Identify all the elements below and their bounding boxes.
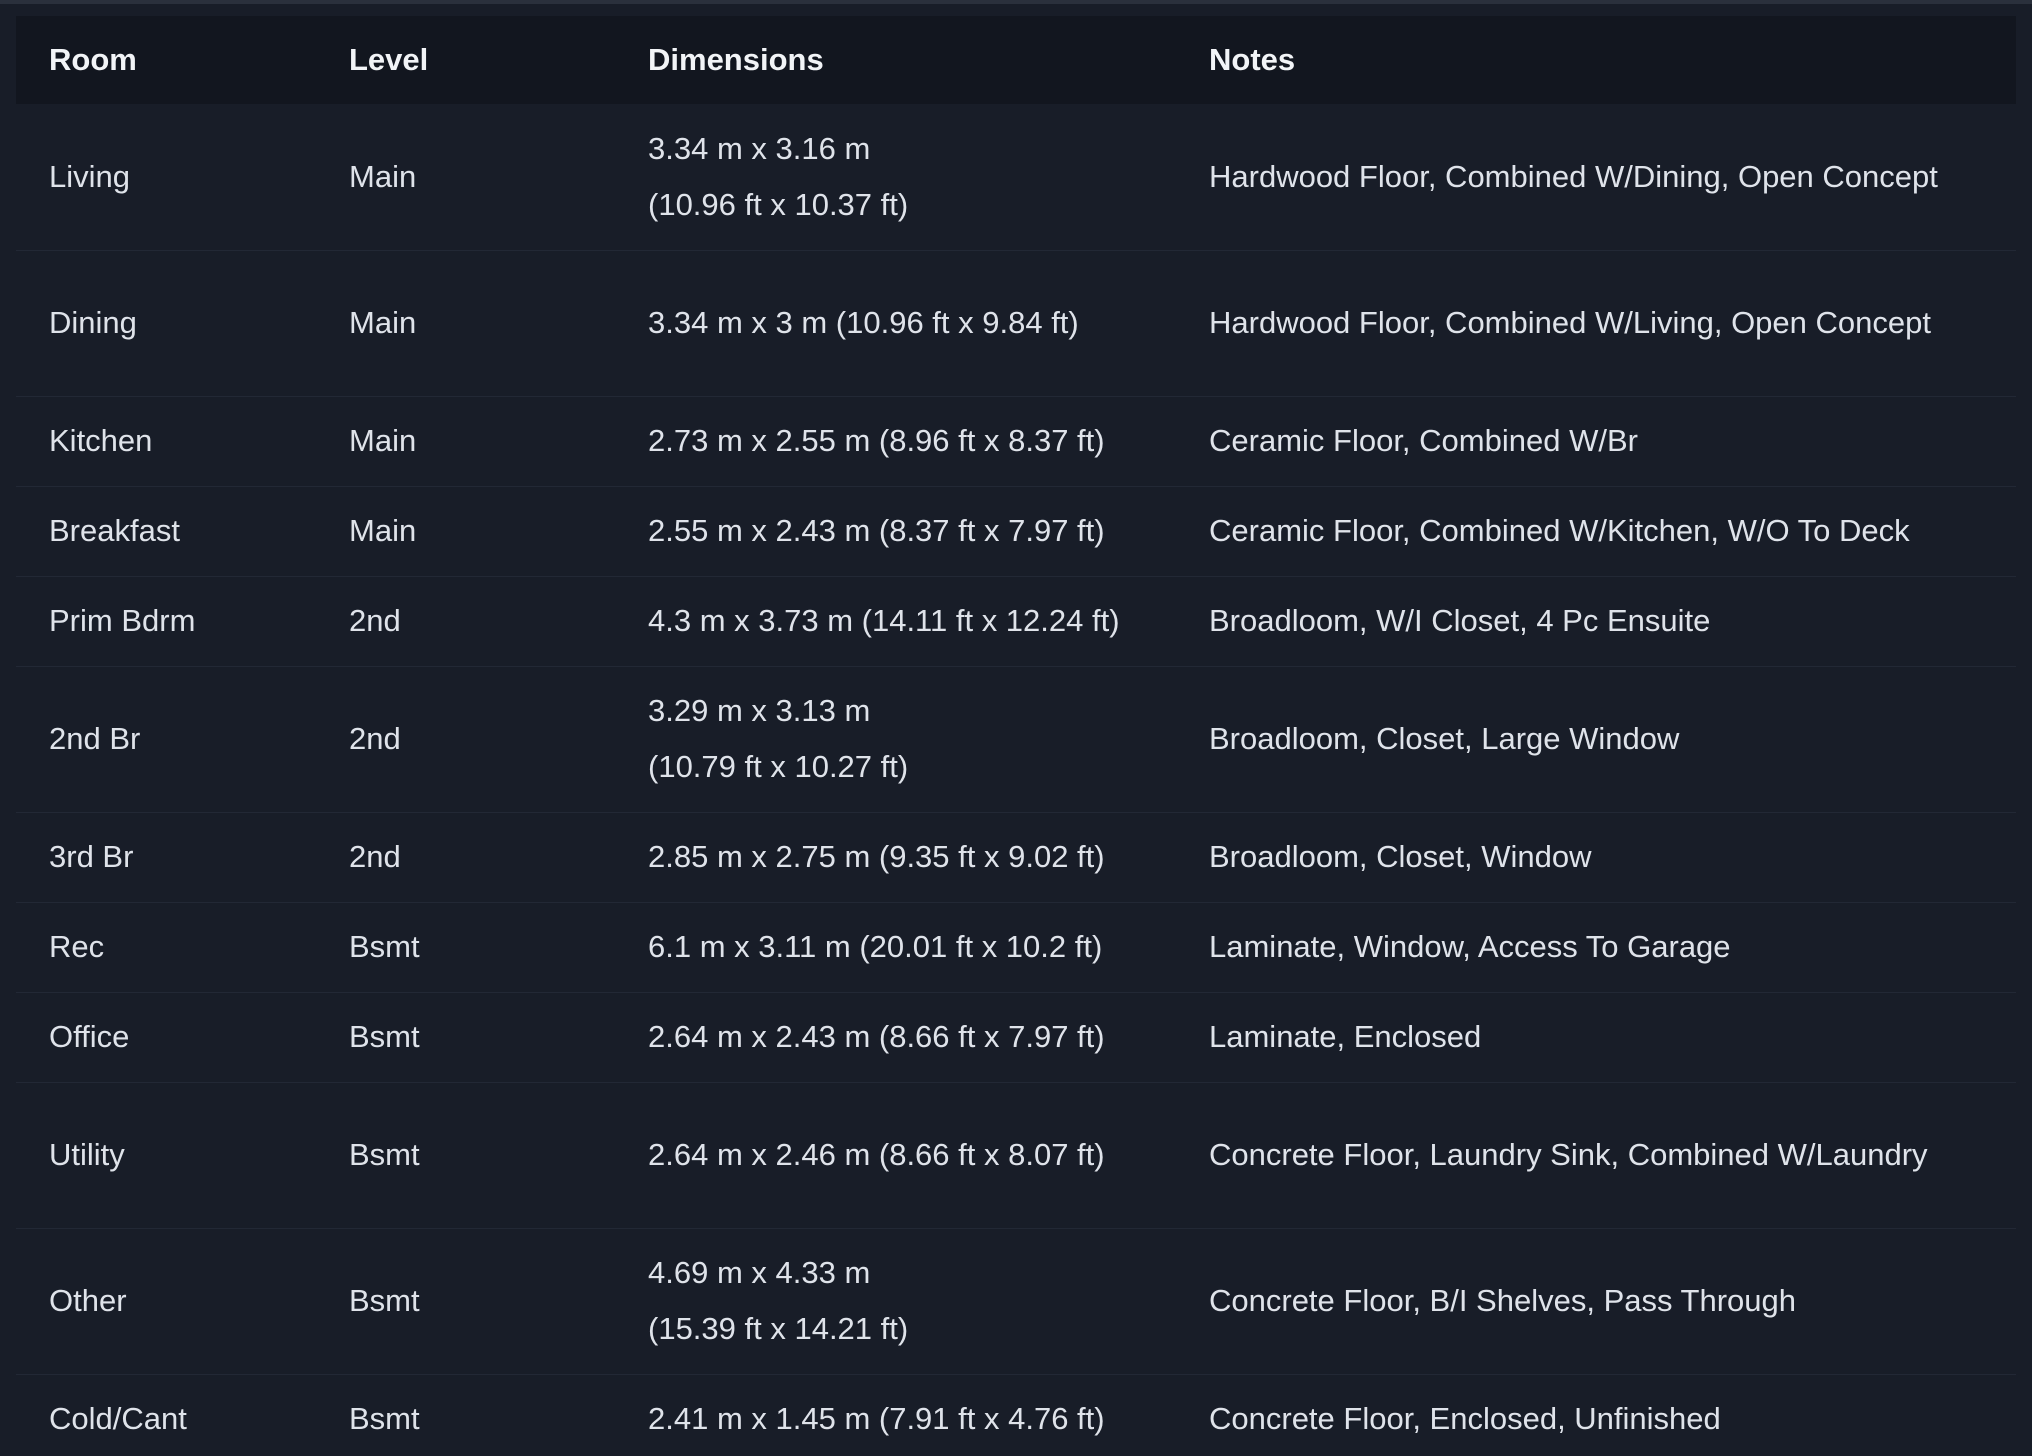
table-body: Living Main 3.34 m x 3.16 m (10.96 ft x 1…: [16, 104, 2016, 1456]
table-row: Rec Bsmt 6.1 m x 3.11 m (20.01 ft x 10.2…: [16, 902, 2016, 993]
top-divider: [0, 0, 2032, 4]
table-row: Utility Bsmt 2.64 m x 2.46 m (8.66 ft x …: [16, 1082, 2016, 1229]
room-cell: Living: [16, 104, 316, 251]
dimensions-cell: 2.64 m x 2.43 m (8.66 ft x 7.97 ft): [615, 992, 1176, 1083]
level-cell: Bsmt: [316, 1374, 615, 1456]
dimensions-cell: 4.69 m x 4.33 m (15.39 ft x 14.21 ft): [615, 1228, 1176, 1375]
notes-cell: Laminate, Window, Access To Garage: [1176, 902, 2016, 993]
room-cell: Kitchen: [16, 396, 316, 487]
level-cell: 2nd: [316, 576, 615, 667]
dimensions-imperial: (10.79 ft x 10.27 ft): [648, 749, 909, 784]
table-row: 2nd Br 2nd 3.29 m x 3.13 m (10.79 ft x 10…: [16, 666, 2016, 813]
dimensions-imperial: (15.39 ft x 14.21 ft): [648, 1311, 909, 1346]
room-cell: Cold/Cant: [16, 1374, 316, 1456]
dimensions-cell: 2.73 m x 2.55 m (8.96 ft x 8.37 ft): [615, 396, 1176, 487]
level-cell: Main: [316, 486, 615, 577]
level-cell: 2nd: [316, 666, 615, 813]
table-row: Office Bsmt 2.64 m x 2.43 m (8.66 ft x 7…: [16, 992, 2016, 1083]
header-row: Room Level Dimensions Notes: [16, 16, 2016, 104]
dimensions-cell: 6.1 m x 3.11 m (20.01 ft x 10.2 ft): [615, 902, 1176, 993]
column-header-level: Level: [316, 16, 615, 104]
column-header-dimensions: Dimensions: [615, 16, 1176, 104]
table-row: Other Bsmt 4.69 m x 4.33 m (15.39 ft x 14…: [16, 1228, 2016, 1375]
notes-cell: Concrete Floor, Enclosed, Unfinished: [1176, 1374, 2016, 1456]
dimensions-metric: 3.34 m x 3.16 m: [648, 130, 871, 166]
room-cell: Utility: [16, 1082, 316, 1229]
room-cell: Dining: [16, 250, 316, 397]
level-cell: Main: [316, 104, 615, 251]
room-dimensions-table: Room Level Dimensions Notes Living Main …: [16, 16, 2016, 1456]
dimensions-cell: 3.34 m x 3 m (10.96 ft x 9.84 ft): [615, 250, 1176, 397]
room-cell: Prim Bdrm: [16, 576, 316, 667]
room-cell: Rec: [16, 902, 316, 993]
room-cell: Breakfast: [16, 486, 316, 577]
notes-cell: Concrete Floor, B/I Shelves, Pass Throug…: [1176, 1228, 2016, 1375]
level-cell: Bsmt: [316, 1082, 615, 1229]
table-row: Living Main 3.34 m x 3.16 m (10.96 ft x 1…: [16, 104, 2016, 251]
room-cell: Other: [16, 1228, 316, 1375]
table-row: Breakfast Main 2.55 m x 2.43 m (8.37 ft …: [16, 486, 2016, 577]
room-dimensions-table-container: Room Level Dimensions Notes Living Main …: [16, 16, 2016, 1456]
dimensions-cell: 2.85 m x 2.75 m (9.35 ft x 9.02 ft): [615, 812, 1176, 903]
notes-cell: Hardwood Floor, Combined W/Living, Open …: [1176, 250, 2016, 397]
dimensions-cell: 3.34 m x 3.16 m (10.96 ft x 10.37 ft): [615, 104, 1176, 251]
level-cell: Bsmt: [316, 992, 615, 1083]
table-row: Dining Main 3.34 m x 3 m (10.96 ft x 9.8…: [16, 250, 2016, 397]
column-header-notes: Notes: [1176, 16, 2016, 104]
column-header-room: Room: [16, 16, 316, 104]
dimensions-cell: 4.3 m x 3.73 m (14.11 ft x 12.24 ft): [615, 576, 1176, 667]
dimensions-cell: 2.64 m x 2.46 m (8.66 ft x 8.07 ft): [615, 1082, 1176, 1229]
dimensions-metric: 4.69 m x 4.33 m: [648, 1255, 871, 1290]
notes-cell: Laminate, Enclosed: [1176, 992, 2016, 1083]
notes-cell: Concrete Floor, Laundry Sink, Combined W…: [1176, 1082, 2016, 1229]
level-cell: Main: [316, 250, 615, 397]
dimensions-imperial: (10.96 ft x 10.37 ft): [648, 186, 909, 222]
level-cell: Main: [316, 396, 615, 487]
dimensions-cell: 3.29 m x 3.13 m (10.79 ft x 10.27 ft): [615, 666, 1176, 813]
notes-cell: Ceramic Floor, Combined W/Kitchen, W/O T…: [1176, 486, 2016, 577]
table-row: Prim Bdrm 2nd 4.3 m x 3.73 m (14.11 ft x…: [16, 576, 2016, 667]
dimensions-cell: 2.55 m x 2.43 m (8.37 ft x 7.97 ft): [615, 486, 1176, 577]
notes-cell: Hardwood Floor, Combined W/Dining, Open …: [1176, 104, 2016, 251]
table-row: Kitchen Main 2.73 m x 2.55 m (8.96 ft x …: [16, 396, 2016, 487]
notes-cell: Ceramic Floor, Combined W/Br: [1176, 396, 2016, 487]
dimensions-cell: 2.41 m x 1.45 m (7.91 ft x 4.76 ft): [615, 1374, 1176, 1456]
notes-cell: Broadloom, Closet, Window: [1176, 812, 2016, 903]
table-header: Room Level Dimensions Notes: [16, 16, 2016, 104]
room-cell: Office: [16, 992, 316, 1083]
room-cell: 3rd Br: [16, 812, 316, 903]
level-cell: 2nd: [316, 812, 615, 903]
table-row: Cold/Cant Bsmt 2.41 m x 1.45 m (7.91 ft …: [16, 1374, 2016, 1456]
dimensions-metric: 3.29 m x 3.13 m: [648, 693, 871, 728]
table-row: 3rd Br 2nd 2.85 m x 2.75 m (9.35 ft x 9.…: [16, 812, 2016, 903]
level-cell: Bsmt: [316, 902, 615, 993]
level-cell: Bsmt: [316, 1228, 615, 1375]
notes-cell: Broadloom, W/I Closet, 4 Pc Ensuite: [1176, 576, 2016, 667]
room-cell: 2nd Br: [16, 666, 316, 813]
notes-cell: Broadloom, Closet, Large Window: [1176, 666, 2016, 813]
